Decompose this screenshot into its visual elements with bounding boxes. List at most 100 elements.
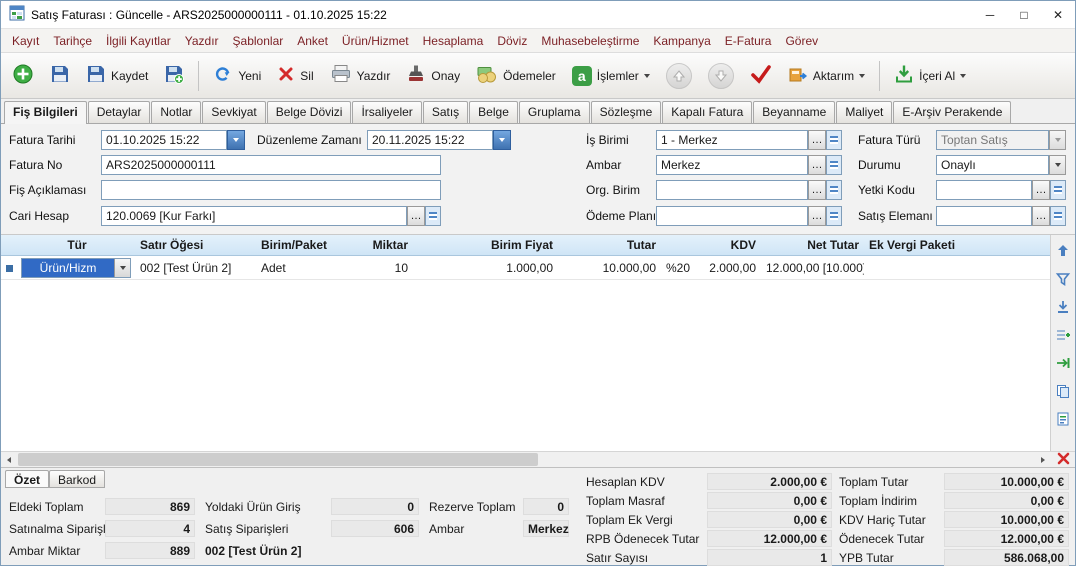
tab-belge[interactable]: Belge	[469, 101, 518, 123]
grid-header-vat[interactable]: KDV	[661, 235, 761, 255]
save-quick-button[interactable]	[43, 59, 77, 92]
save-and-new-button[interactable]	[157, 59, 191, 92]
auth-code-browse-button[interactable]: …	[1032, 180, 1050, 200]
tab-sevkiyat[interactable]: Sevkiyat	[202, 101, 265, 123]
payment-plan-browse-button[interactable]: …	[808, 206, 826, 226]
transfer-button[interactable]: Aktarım	[781, 59, 872, 92]
import-button[interactable]: İçeri Al	[887, 59, 973, 92]
edit-time-dropdown-button[interactable]	[493, 130, 511, 150]
menu-urun-hizmet[interactable]: Ürün/Hizmet	[335, 31, 416, 51]
new-button[interactable]: Yeni	[206, 59, 268, 92]
grid-header-type[interactable]: Tür	[19, 235, 135, 255]
grid-header-quantity[interactable]: Miktar	[342, 235, 413, 255]
menu-ilgili-kayitlar[interactable]: İlgili Kayıtlar	[99, 31, 178, 51]
line-amount-cell[interactable]: 10.000,00	[558, 258, 661, 278]
org-unit-browse-button[interactable]: …	[808, 180, 826, 200]
minimize-button[interactable]: ─	[973, 1, 1007, 28]
line-vat-cell[interactable]: %20 2.000,00	[661, 258, 761, 278]
bottom-tab-ozet[interactable]: Özet	[5, 470, 49, 488]
close-button[interactable]: ✕	[1041, 1, 1075, 28]
account-browse-button[interactable]: …	[407, 206, 425, 226]
tab-sozlesme[interactable]: Sözleşme	[591, 101, 662, 123]
next-record-button[interactable]	[701, 58, 741, 94]
menu-muhasebelestirme[interactable]: Muhasebeleştirme	[534, 31, 646, 51]
tab-satis[interactable]: Satış	[423, 101, 468, 123]
row-selector[interactable]	[1, 258, 19, 278]
menu-doviz[interactable]: Döviz	[490, 31, 534, 51]
delete-button[interactable]: Sil	[270, 60, 320, 91]
invoice-date-dropdown-button[interactable]	[227, 130, 245, 150]
scroll-left-button[interactable]	[1, 452, 17, 467]
payment-plan-field[interactable]	[656, 206, 808, 226]
tab-irsaliyeler[interactable]: İrsaliyeler	[352, 101, 421, 123]
line-item-cell[interactable]: 002 [Test Ürün 2]	[135, 258, 256, 278]
payment-plan-list-button[interactable]	[826, 206, 842, 226]
invoice-date-field[interactable]: 01.10.2025 15:22	[101, 130, 227, 150]
tab-gruplama[interactable]: Gruplama	[519, 101, 590, 123]
bottom-tab-barkod[interactable]: Barkod	[49, 470, 105, 488]
line-type-combo[interactable]: Ürün/Hizm	[21, 258, 131, 278]
salesperson-list-button[interactable]	[1050, 206, 1066, 226]
grid-export-line-icon[interactable]	[1055, 299, 1071, 318]
confirm-button[interactable]	[743, 59, 779, 92]
menu-e-fatura[interactable]: E-Fatura	[718, 31, 779, 51]
warehouse-list-button[interactable]	[826, 155, 842, 175]
slip-description-field[interactable]	[101, 180, 441, 200]
warehouse-field[interactable]: Merkez	[656, 155, 808, 175]
status-combo[interactable]: Onaylı	[936, 155, 1049, 175]
menu-gorev[interactable]: Görev	[778, 31, 825, 51]
line-unit-price-cell[interactable]: 1.000,00	[413, 258, 558, 278]
previous-record-button[interactable]	[659, 58, 699, 94]
tab-belge-dovizi[interactable]: Belge Dövizi	[267, 101, 352, 123]
grid-move-line-icon[interactable]	[1055, 355, 1071, 374]
approve-button[interactable]: Onay	[399, 59, 467, 92]
scrollbar-thumb[interactable]	[18, 453, 538, 466]
tab-fis-bilgileri[interactable]: Fiş Bilgileri	[4, 101, 87, 124]
horizontal-scrollbar[interactable]	[1, 452, 1051, 467]
auth-code-field[interactable]	[936, 180, 1032, 200]
menu-yazdir[interactable]: Yazdır	[178, 31, 226, 51]
line-net-amount-cell[interactable]: 12.000,00 [10.000]	[761, 258, 864, 278]
line-extra-tax-cell[interactable]	[864, 265, 1050, 271]
grid-header-unit[interactable]: Birim/Paket	[256, 235, 342, 255]
account-field[interactable]: 120.0069 [Kur Farkı]	[101, 206, 407, 226]
grid-scroll-top-icon[interactable]	[1055, 243, 1071, 262]
auth-code-list-button[interactable]	[1050, 180, 1066, 200]
grid-header-extra-tax[interactable]: Ek Vergi Paketi	[864, 235, 1050, 255]
menu-kampanya[interactable]: Kampanya	[646, 31, 717, 51]
line-type-cell[interactable]: Ürün/Hizm	[19, 256, 135, 280]
grid-copy-line-icon[interactable]	[1055, 383, 1071, 402]
grid-delete-line-button[interactable]	[1051, 452, 1075, 467]
payments-button[interactable]: Ödemeler	[469, 59, 563, 92]
line-unit-cell[interactable]: Adet	[256, 258, 342, 278]
org-unit-list-button[interactable]	[826, 180, 842, 200]
account-list-button[interactable]	[425, 206, 441, 226]
save-button[interactable]: Kaydet	[79, 59, 155, 92]
salesperson-browse-button[interactable]: …	[1032, 206, 1050, 226]
business-unit-field[interactable]: 1 - Merkez	[656, 130, 808, 150]
menu-anket[interactable]: Anket	[290, 31, 335, 51]
menu-hesaplama[interactable]: Hesaplama	[416, 31, 491, 51]
invoice-line-row[interactable]: Ürün/Hizm 002 [Test Ürün 2] Adet 10 1.00…	[1, 256, 1050, 280]
tab-maliyet[interactable]: Maliyet	[836, 101, 892, 123]
business-unit-browse-button[interactable]: …	[808, 130, 826, 150]
new-record-button[interactable]	[5, 58, 41, 93]
tab-kapali-fatura[interactable]: Kapalı Fatura	[662, 101, 752, 123]
tab-notlar[interactable]: Notlar	[151, 101, 201, 123]
grid-header-amount[interactable]: Tutar	[558, 235, 661, 255]
salesperson-field[interactable]	[936, 206, 1032, 226]
line-quantity-cell[interactable]: 10	[342, 258, 413, 278]
tab-detaylar[interactable]: Detaylar	[88, 101, 151, 123]
maximize-button[interactable]: □	[1007, 1, 1041, 28]
edit-time-field[interactable]: 20.11.2025 15:22	[367, 130, 493, 150]
grid-insert-line-icon[interactable]	[1055, 327, 1071, 346]
menu-kayit[interactable]: Kayıt	[5, 31, 46, 51]
grid-header-line-item[interactable]: Satır Öğesi	[135, 235, 256, 255]
grid-header-net-amount[interactable]: Net Tutar	[761, 235, 864, 255]
org-unit-field[interactable]	[656, 180, 808, 200]
invoice-no-field[interactable]: ARS2025000000111	[101, 155, 441, 175]
grid-header-unit-price[interactable]: Birim Fiyat	[413, 235, 558, 255]
menu-tarihce[interactable]: Tarihçe	[46, 31, 99, 51]
grid-filter-lines-icon[interactable]	[1055, 271, 1071, 290]
business-unit-list-button[interactable]	[826, 130, 842, 150]
